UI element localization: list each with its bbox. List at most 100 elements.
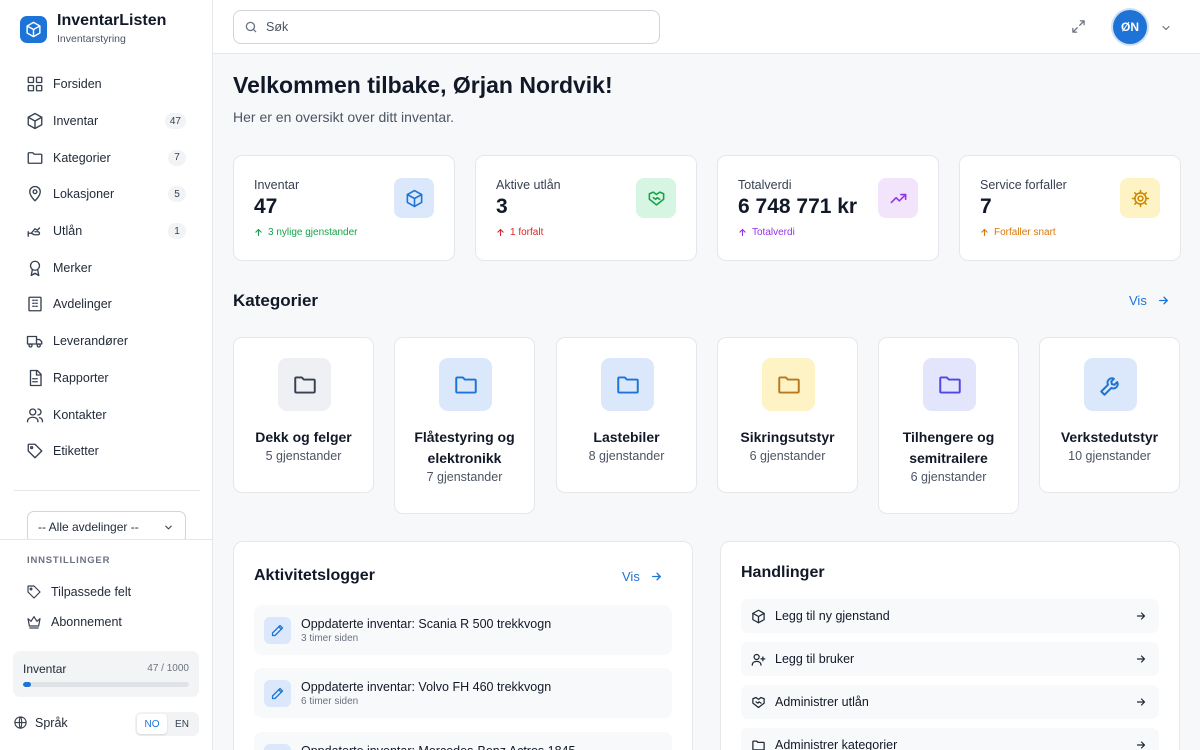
building-icon	[26, 295, 44, 313]
folder-icon	[26, 149, 44, 167]
trending-up-icon	[878, 178, 918, 218]
sidebar-item-leverand-rer[interactable]: Leverandører	[14, 323, 200, 360]
stat-note-text: 3 nylige gjenstander	[268, 227, 358, 238]
stat-note: Totalverdi	[738, 227, 795, 238]
box-icon	[26, 112, 44, 130]
activity-log-title: Oppdaterte inventar: Mercedes-Benz Actro…	[301, 744, 575, 750]
action-legg-til-ny-gjenstand[interactable]: Legg til ny gjenstand	[741, 599, 1159, 633]
activity-log-item[interactable]: Oppdaterte inventar: Scania R 500 trekkv…	[254, 605, 672, 655]
language-toggle: NO EN	[135, 712, 199, 736]
sidebar-item-label: Forsiden	[53, 77, 102, 92]
activity-view-all-label: Vis	[622, 569, 640, 584]
stat-note: Forfaller snart	[980, 227, 1056, 238]
sidebar-item-kontakter[interactable]: Kontakter	[14, 396, 200, 433]
category-count: 10 gjenstander	[1068, 449, 1151, 463]
category-card[interactable]: Lastebiler 8 gjenstander	[556, 337, 697, 493]
arrow-up-icon	[254, 228, 263, 237]
globe-icon	[13, 715, 28, 730]
subscription-link[interactable]: Abonnement	[26, 614, 122, 630]
activity-log-title: Oppdaterte inventar: Scania R 500 trekkv…	[301, 617, 552, 631]
category-name: Sikringsutstyr	[724, 427, 851, 448]
category-name: Dekk og felger	[240, 427, 367, 448]
language-label-row: Språk	[13, 715, 68, 730]
stat-value: 47	[254, 195, 278, 218]
custom-fields-label: Tilpassede felt	[51, 585, 132, 599]
sidebar-item-label: Avdelinger	[53, 297, 112, 312]
language-option-en[interactable]: EN	[167, 714, 197, 734]
category-count: 5 gjenstander	[265, 449, 342, 463]
folder-icon	[762, 358, 815, 411]
sidebar-item-count-badge: 7	[168, 149, 186, 166]
app-logo-icon	[20, 15, 47, 43]
category-name-line: Lastebiler	[593, 429, 660, 445]
tag-icon	[26, 584, 42, 600]
category-card[interactable]: Dekk og felger 5 gjenstander	[233, 337, 374, 493]
action-administrer-kategorier[interactable]: Administrer kategorier	[741, 728, 1159, 750]
map-pin-icon	[26, 185, 44, 203]
users-icon	[26, 406, 44, 424]
action-legg-til-bruker[interactable]: Legg til bruker	[741, 642, 1159, 676]
action-administrer-utl-n[interactable]: Administrer utlån	[741, 685, 1159, 719]
sidebar-item-avdelinger[interactable]: Avdelinger	[14, 286, 200, 323]
folder-icon	[439, 358, 492, 411]
user-menu-chevron-icon[interactable]	[1160, 22, 1172, 34]
stat-label: Service forfaller	[980, 178, 1067, 192]
sidebar-item-etiketter[interactable]: Etiketter	[14, 433, 200, 470]
folder-icon	[923, 358, 976, 411]
category-card[interactable]: Flåtestyring og elektronikk 7 gjenstander	[394, 337, 535, 514]
fullscreen-icon[interactable]	[1071, 19, 1086, 34]
custom-fields-link[interactable]: Tilpassede felt	[26, 584, 131, 600]
sidebar-item-merker[interactable]: Merker	[14, 249, 200, 286]
usage-count: 47 / 1000	[147, 663, 189, 674]
sidebar-item-rapporter[interactable]: Rapporter	[14, 360, 200, 397]
sidebar-item-utl-n[interactable]: Utlån 1	[14, 213, 200, 250]
stat-card-2[interactable]: Aktive utlån 3 1 forfalt	[475, 155, 697, 261]
search-box[interactable]	[233, 10, 660, 44]
category-name-line: Dekk og felger	[255, 429, 352, 445]
category-card[interactable]: Verkstedutstyr 10 gjenstander	[1039, 337, 1180, 493]
category-count: 6 gjenstander	[749, 449, 826, 463]
actions-panel: Handlinger Legg til ny gjenstand Legg til…	[720, 541, 1180, 750]
category-card[interactable]: Sikringsutstyr 6 gjenstander	[717, 337, 858, 493]
chevron-down-icon	[163, 522, 174, 533]
sidebar-item-inventar[interactable]: Inventar 47	[14, 103, 200, 140]
arrow-right-icon	[1135, 696, 1147, 708]
wrench-icon	[1084, 358, 1137, 411]
topbar: ØN	[213, 0, 1200, 54]
welcome-title: Velkommen tilbake, Ørjan Nordvik!	[233, 72, 613, 98]
activity-log-panel: Aktivitetslogger Vis Oppdaterte inventar…	[233, 541, 693, 750]
category-name: Lastebiler	[563, 427, 690, 448]
user-plus-icon	[751, 652, 766, 667]
sidebar-item-count-badge: 47	[164, 113, 186, 130]
stat-value: 6 748 771 kr	[738, 195, 858, 218]
stat-value: 3	[496, 195, 508, 218]
activity-log-item[interactable]: Oppdaterte inventar: Volvo FH 460 trekkv…	[254, 668, 672, 718]
stat-label: Totalverdi	[738, 178, 792, 192]
sidebar-item-kategorier[interactable]: Kategorier 7	[14, 139, 200, 176]
gear-icon	[1120, 178, 1160, 218]
activity-view-all-link[interactable]: Vis	[622, 569, 663, 584]
language-option-no[interactable]: NO	[137, 714, 167, 734]
category-card[interactable]: Tilhengere og semitrailere 6 gjenstander	[878, 337, 1019, 514]
categories-view-all-link[interactable]: Vis	[1129, 293, 1170, 308]
sidebar-item-forsiden[interactable]: Forsiden	[14, 66, 200, 103]
category-name-line: semitrailere	[909, 450, 988, 466]
action-label: Legg til ny gjenstand	[775, 609, 890, 623]
stat-card-4[interactable]: Service forfaller 7 Forfaller snart	[959, 155, 1181, 261]
activity-log-item[interactable]: Oppdaterte inventar: Mercedes-Benz Actro…	[254, 732, 672, 750]
edit-icon	[264, 617, 291, 644]
sidebar-footer: INNSTILLINGER Tilpassede felt Abonnement…	[0, 539, 212, 750]
edit-icon	[264, 744, 291, 750]
search-icon	[244, 20, 258, 34]
user-avatar[interactable]: ØN	[1113, 10, 1147, 44]
stat-note-text: Totalverdi	[752, 227, 795, 238]
badge-icon	[26, 259, 44, 277]
stat-card-1[interactable]: Inventar 47 3 nylige gjenstander	[233, 155, 455, 261]
search-input[interactable]	[266, 20, 646, 34]
stat-card-3[interactable]: Totalverdi 6 748 771 kr Totalverdi	[717, 155, 939, 261]
category-count: 7 gjenstander	[426, 470, 503, 484]
action-label: Administrer kategorier	[775, 738, 898, 750]
brand[interactable]: InventarListen Inventarstyring	[20, 12, 166, 46]
folder-icon	[601, 358, 654, 411]
sidebar-item-lokasjoner[interactable]: Lokasjoner 5	[14, 176, 200, 213]
